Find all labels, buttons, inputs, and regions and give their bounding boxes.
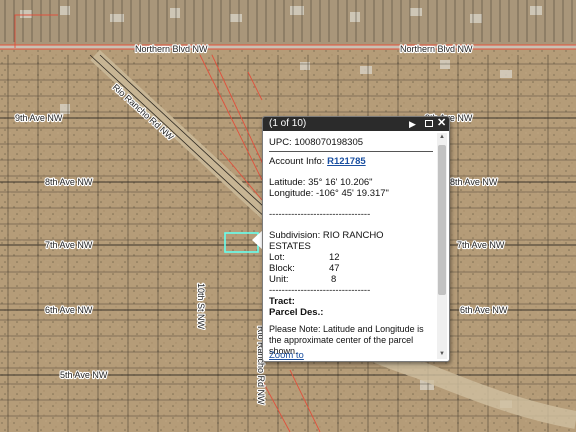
close-icon[interactable]: ✕ — [437, 118, 446, 129]
popup-count: (1 of 10) — [269, 118, 307, 129]
scroll-down-icon[interactable]: ▼ — [439, 351, 445, 357]
road-label-5th-ave-left: 5th Ave NW — [60, 370, 108, 380]
info-popup: (1 of 10) ▶ ✕ UPC: 1008070198305 Account… — [262, 116, 450, 362]
account-label: Account Info: — [269, 156, 325, 167]
subdivision-value-line1: RIO RANCHO — [322, 230, 384, 241]
road-label-northern-blvd-left: Northern Blvd NW — [135, 44, 208, 54]
popup-content: UPC: 1008070198305 Account Info: R121785… — [269, 135, 435, 355]
longitude-value: -106° 45' 19.317" — [316, 188, 389, 199]
zoom-to-link[interactable]: Zoom to — [269, 350, 304, 361]
subdivision-value-line2: ESTATES — [269, 241, 311, 252]
longitude-label: Longitude: — [269, 188, 314, 199]
separator-2: -------------------------------- — [269, 285, 371, 296]
account-row: Account Info: R121785 — [269, 156, 366, 167]
header-divider — [269, 151, 433, 152]
road-label-6th-ave-right: 6th Ave NW — [460, 305, 508, 315]
upc-row: UPC: 1008070198305 — [269, 137, 363, 148]
road-label-10th-st: 10th St NW — [196, 283, 206, 330]
popup-scrollbar[interactable]: ▲ ▼ — [437, 133, 447, 359]
maximize-icon[interactable] — [425, 120, 433, 127]
residential-area — [0, 0, 576, 44]
account-link[interactable]: R121785 — [327, 156, 366, 167]
parcel-des-label: Parcel Des.: — [269, 307, 324, 318]
popup-titlebar: (1 of 10) ▶ ✕ — [263, 117, 449, 131]
subdivision-label: Subdivision: — [269, 230, 321, 241]
upc-value: 1008070198305 — [294, 137, 364, 148]
unit-label: Unit: — [269, 274, 289, 285]
scroll-up-icon[interactable]: ▲ — [439, 134, 445, 140]
note-line-1: Please Note: Latitude and Longitude is — [269, 324, 424, 334]
latitude-value: 35° 16' 10.206" — [308, 177, 373, 188]
road-label-8th-ave-left: 8th Ave NW — [45, 177, 93, 187]
subdivision-row: Subdivision: RIO RANCHO — [269, 230, 384, 241]
road-label-northern-blvd-right: Northern Blvd NW — [400, 44, 473, 54]
note-line-2: the approximate center of the parcel — [269, 335, 414, 345]
next-icon[interactable]: ▶ — [409, 119, 416, 129]
block-label: Block: — [269, 263, 295, 274]
unit-value: 8 — [331, 274, 337, 285]
block-row: Block: 47 — [269, 263, 340, 274]
road-label-7th-ave-left: 7th Ave NW — [45, 240, 93, 250]
northern-blvd — [0, 44, 576, 50]
block-value: 47 — [329, 263, 340, 274]
lot-row: Lot: 12 — [269, 252, 340, 263]
tract-label: Tract: — [269, 296, 295, 307]
road-label-9th-ave-left: 9th Ave NW — [15, 113, 63, 123]
road-label-6th-ave-left: 6th Ave NW — [45, 305, 93, 315]
road-label-7th-ave-right: 7th Ave NW — [457, 240, 505, 250]
lot-label: Lot: — [269, 252, 285, 263]
lot-value: 12 — [329, 252, 340, 263]
scrollbar-thumb[interactable] — [438, 145, 446, 295]
separator-1: -------------------------------- — [269, 209, 371, 220]
longitude-row: Longitude: -106° 45' 19.317" — [269, 188, 389, 199]
unit-row: Unit: 8 — [269, 274, 336, 285]
road-label-8th-ave-right: 8th Ave NW — [450, 177, 498, 187]
upc-label: UPC: — [269, 137, 292, 148]
latitude-label: Latitude: — [269, 177, 306, 188]
latitude-row: Latitude: 35° 16' 10.206" — [269, 177, 373, 188]
